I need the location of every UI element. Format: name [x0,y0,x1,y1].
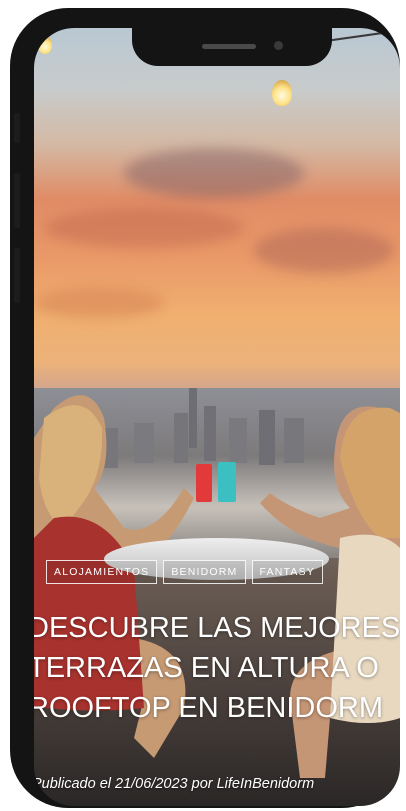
light-bulb-icon [38,36,52,54]
volume-down-button [14,248,20,303]
phone-frame: ALOJAMIENTOS BENIDORM FANTASY DESCUBRE L… [10,8,400,808]
category-tags: ALOJAMIENTOS BENIDORM FANTASY [46,560,323,584]
camera-icon [274,41,283,50]
light-bulb-icon [272,80,292,106]
category-tag[interactable]: BENIDORM [163,560,246,584]
cloud [34,288,164,318]
post-title-line: TERRAZAS EN ALTURA O [34,652,379,684]
speaker [202,44,256,49]
woman-right [260,406,400,778]
drinks [196,462,236,502]
post-title-line: ROOFTOP EN BENIDORM [34,692,384,724]
post-title-line: DESCUBRE LAS MEJORES [34,612,400,644]
post-title[interactable]: DESCUBRE LAS MEJORES TERRAZAS EN ALTURA … [34,608,400,728]
hero-image: ALOJAMIENTOS BENIDORM FANTASY DESCUBRE L… [34,28,400,806]
category-tag[interactable]: ALOJAMIENTOS [46,560,158,584]
mute-switch [14,113,20,143]
cloud [124,148,304,198]
cloud [44,208,244,248]
category-tag[interactable]: FANTASY [251,560,323,584]
woman-left [34,395,194,758]
cloud [254,228,394,273]
volume-up-button [14,173,20,228]
notch [132,28,332,66]
post-meta: Publicado el 21/06/2023 por LifeInBenido… [34,776,315,792]
